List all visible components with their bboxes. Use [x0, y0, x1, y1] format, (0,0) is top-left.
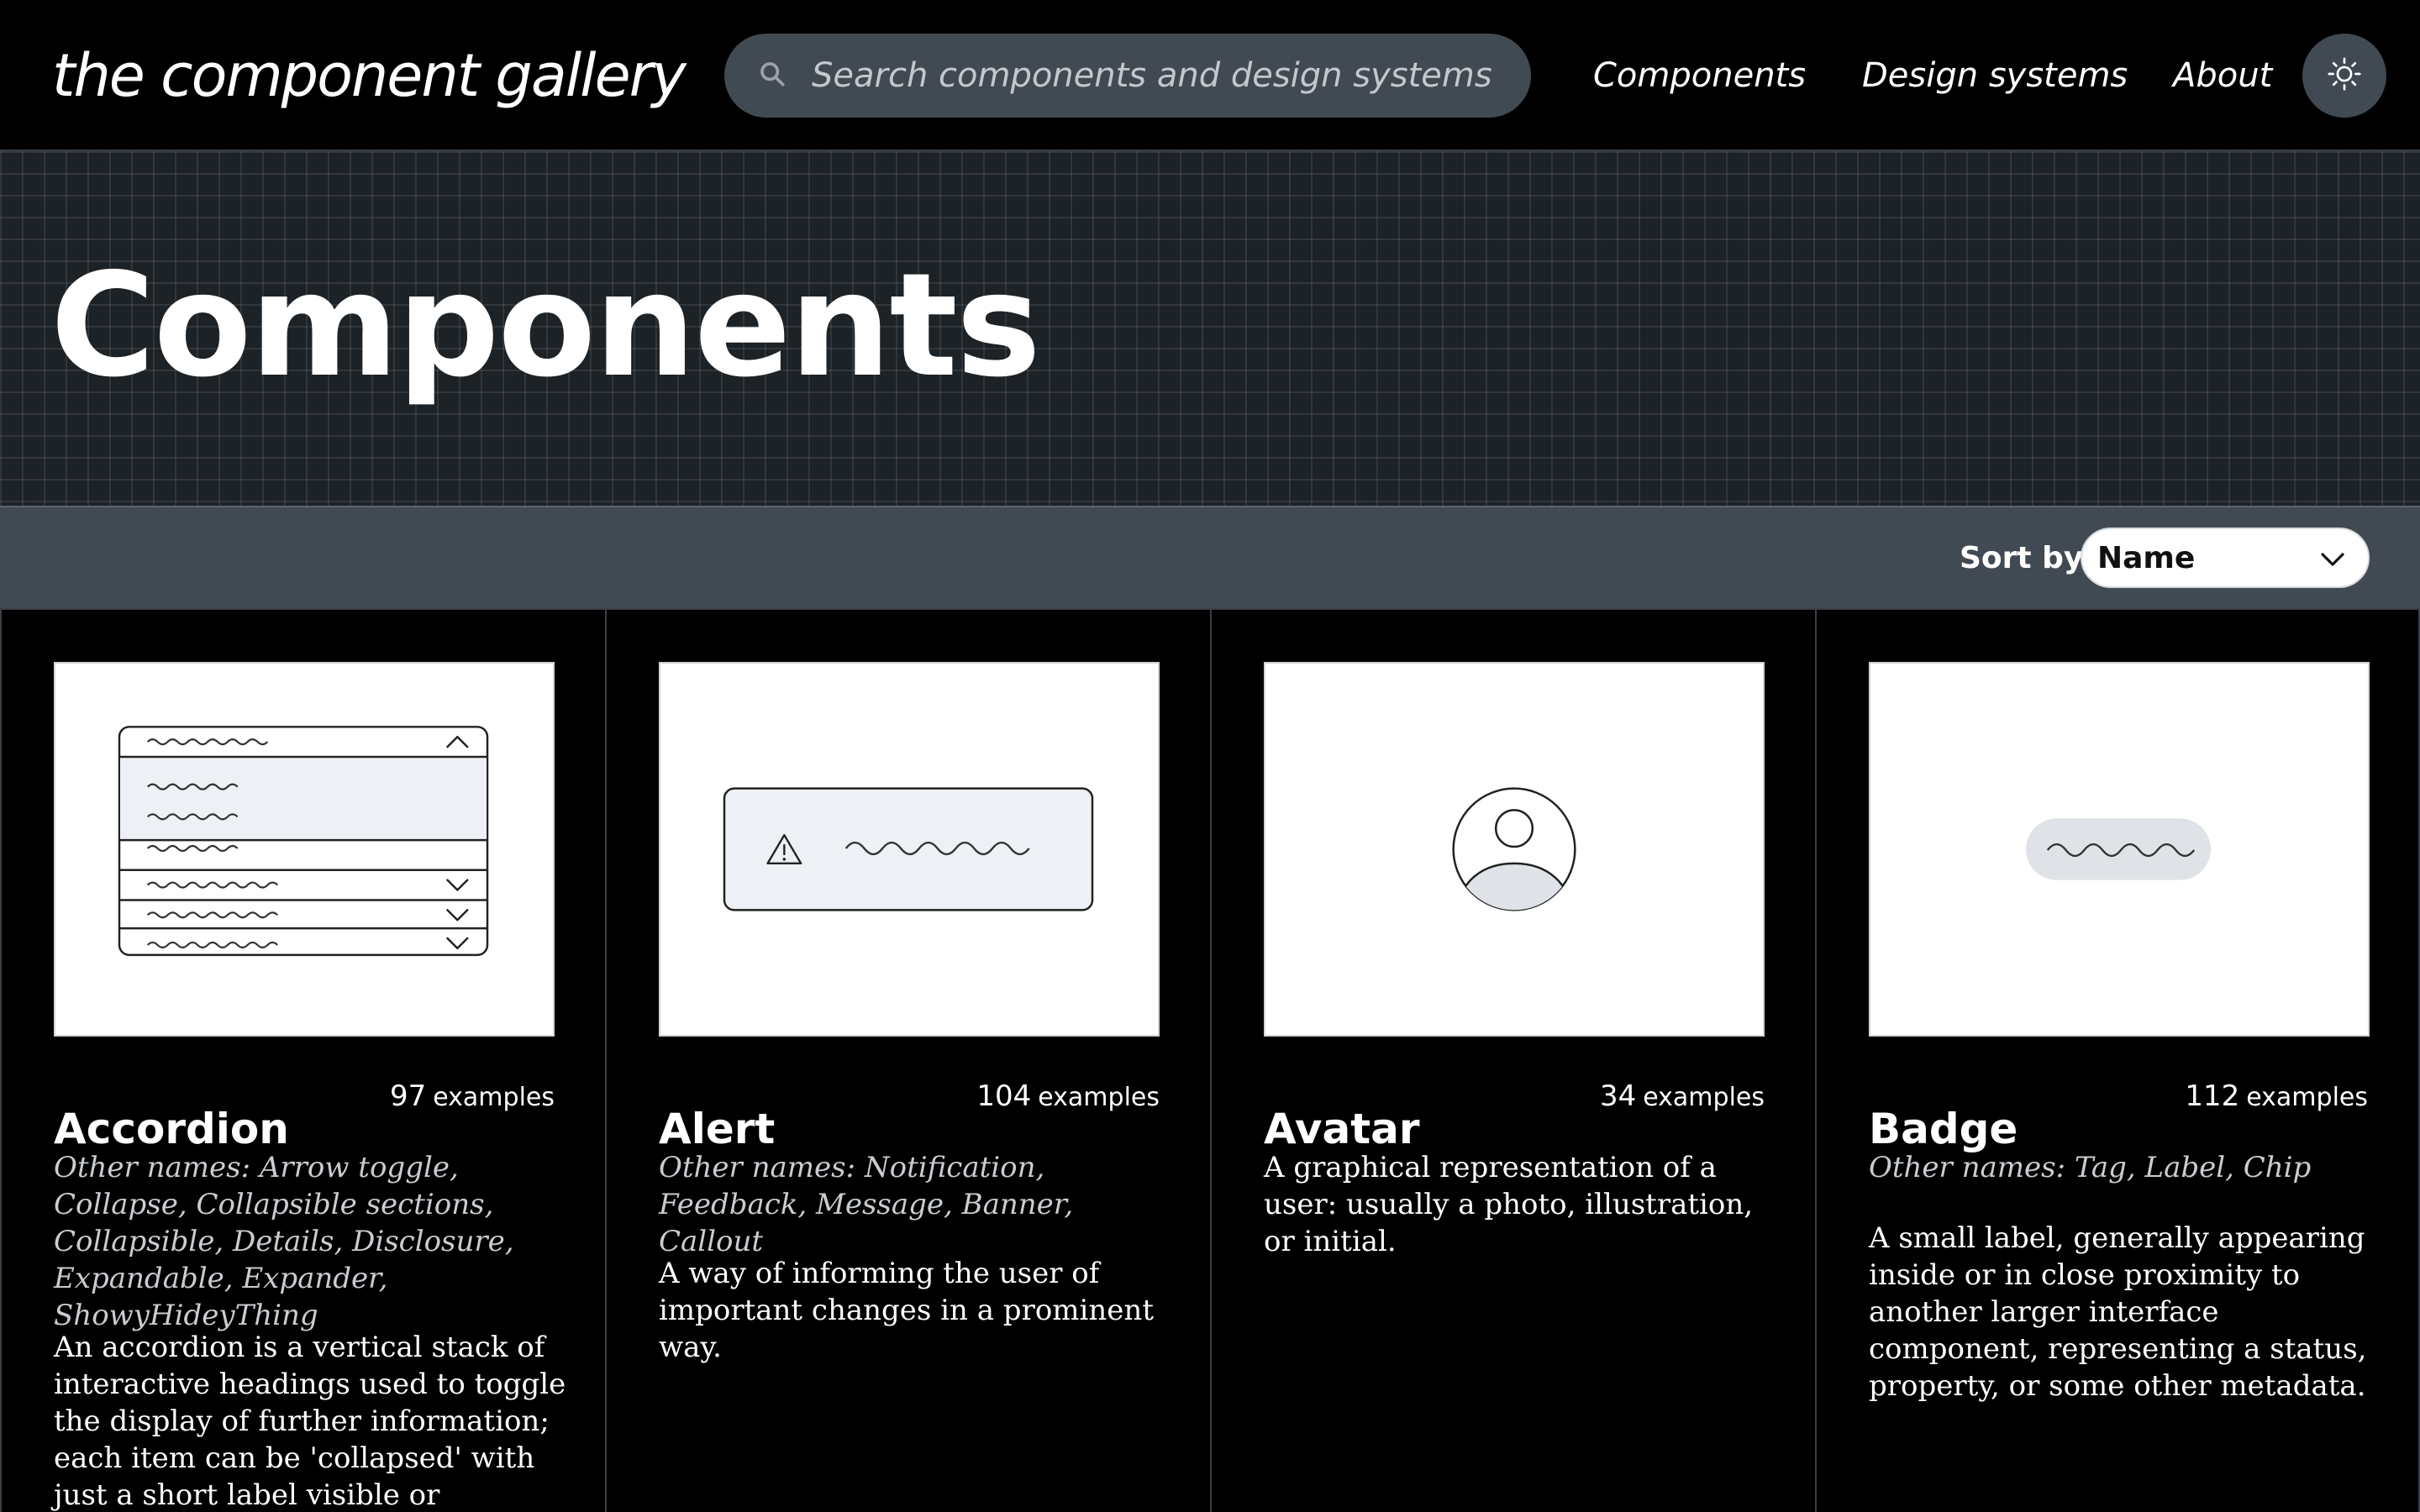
- card-other-names: Other names: Notification, Feedback, Mes…: [659, 1151, 1074, 1258]
- sort-bar: Sort by Name: [0, 506, 2420, 608]
- sort-selected-value: Name: [2097, 540, 2196, 575]
- card-description: A graphical representation of a user: us…: [1264, 1151, 1754, 1258]
- card-title: Accordion: [54, 1104, 289, 1153]
- sort-select[interactable]: Name: [2081, 528, 2370, 588]
- count-word: examples: [2246, 1083, 2368, 1112]
- card-example-count: 34 examples: [1600, 1075, 1765, 1122]
- component-grid: Accordion 97 examples Other names: Arrow …: [0, 608, 2420, 1512]
- card-other-names: Other names: Arrow toggle, Collapse, Col…: [54, 1151, 514, 1332]
- nav-link-design-systems[interactable]: Design systems: [1862, 34, 2128, 118]
- count-number: 34: [1599, 1079, 1637, 1113]
- count-word: examples: [1038, 1083, 1160, 1112]
- card-description: A way of informing the user of important…: [659, 1257, 1154, 1364]
- card-title: Badge: [1869, 1104, 2018, 1153]
- card-title: Alert: [659, 1104, 776, 1153]
- count-number: 104: [976, 1079, 1032, 1113]
- count-word: examples: [433, 1083, 555, 1112]
- sort-label: Sort by: [1960, 540, 2084, 575]
- accordion-illustration: [54, 662, 555, 1037]
- card-other-names: Other names: Tag, Label, Chip: [1869, 1151, 2312, 1184]
- site-header: the component gallery Components Design …: [0, 0, 2420, 151]
- nav-link-about[interactable]: About: [2173, 34, 2272, 118]
- nav-link-components[interactable]: Components: [1593, 34, 1806, 118]
- card-description: A small label, generally appearing insid…: [1869, 1221, 2367, 1403]
- avatar-illustration: [1264, 662, 1765, 1037]
- count-number: 112: [2185, 1079, 2240, 1113]
- component-card-avatar[interactable]: Avatar 34 examples A graphical representa…: [1210, 608, 1815, 1512]
- component-card-alert[interactable]: Alert 104 examples Other names: Notificat…: [605, 608, 1210, 1512]
- search-input[interactable]: [810, 55, 1531, 96]
- card-description: An accordion is a vertical stack of inte…: [54, 1331, 566, 1512]
- count-number: 97: [389, 1079, 427, 1113]
- site-logo[interactable]: the component gallery: [52, 34, 687, 118]
- sun-icon: [2325, 55, 2364, 97]
- component-card-badge[interactable]: Badge 112 examples Other names: Tag, Labe…: [1815, 608, 2420, 1512]
- alert-illustration: [659, 662, 1160, 1037]
- count-word: examples: [1643, 1083, 1765, 1112]
- card-example-count: 104 examples: [976, 1075, 1160, 1122]
- component-card-accordion[interactable]: Accordion 97 examples Other names: Arrow …: [0, 608, 605, 1512]
- badge-illustration: [1869, 662, 2370, 1037]
- card-example-count: 97 examples: [390, 1075, 555, 1122]
- hero-banner: Components: [0, 151, 2420, 506]
- search-bar[interactable]: [724, 34, 1531, 118]
- card-title: Avatar: [1264, 1104, 1420, 1153]
- theme-toggle-button[interactable]: [2302, 34, 2386, 118]
- page-title: Components: [50, 243, 1041, 409]
- chevron-down-icon: [2321, 553, 2344, 566]
- card-example-count: 112 examples: [2185, 1075, 2368, 1122]
- search-icon: [758, 60, 786, 92]
